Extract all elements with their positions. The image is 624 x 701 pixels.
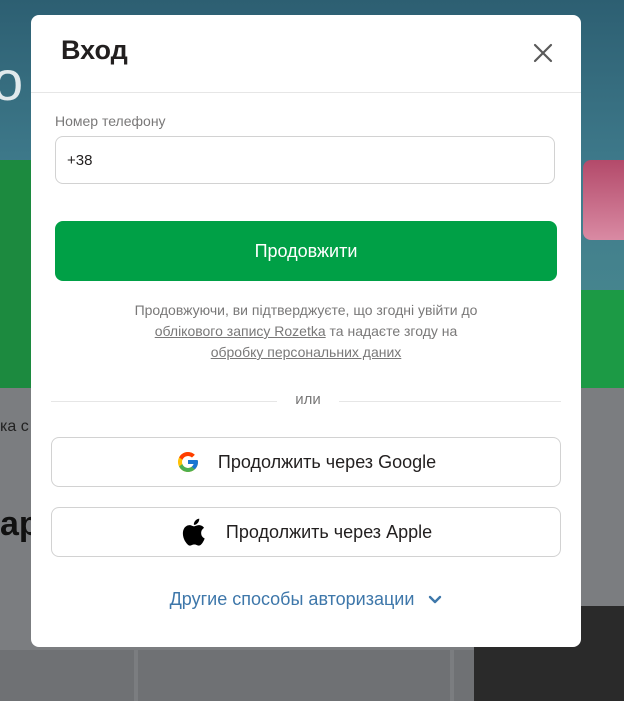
consent-middle: та надаєте згоду на xyxy=(325,323,458,339)
divider-line xyxy=(339,401,561,402)
apple-login-button[interactable]: Продолжить через Apple xyxy=(51,507,561,557)
login-modal: Вход Номер телефону Продовжити Продовжую… xyxy=(31,15,581,647)
close-icon xyxy=(533,43,553,63)
account-link[interactable]: облікового запису Rozetka xyxy=(155,323,326,339)
product-card xyxy=(0,650,134,701)
divider-line xyxy=(51,401,277,402)
consent-text: Продовжуючи, ви підтверджуєте, що згодні… xyxy=(55,300,557,363)
phone-input[interactable] xyxy=(55,136,555,184)
apple-login-label: Продолжить через Apple xyxy=(225,521,433,542)
product-card xyxy=(138,650,450,701)
google-login-button[interactable]: Продолжить через Google xyxy=(51,437,561,487)
other-auth-methods-toggle[interactable]: Другие способы авторизации xyxy=(31,589,581,610)
chevron-down-icon xyxy=(429,595,442,603)
phone-field-label: Номер телефону xyxy=(55,113,166,129)
divider-text: или xyxy=(295,391,321,408)
close-button[interactable] xyxy=(527,37,559,69)
continue-button[interactable]: Продовжити xyxy=(55,221,557,281)
apple-icon xyxy=(180,517,206,547)
banner-gift-box-right xyxy=(578,290,624,388)
consent-line: Продовжуючи, ви підтверджуєте, що згодні… xyxy=(134,302,478,318)
modal-title: Вход xyxy=(61,35,128,65)
personal-data-link[interactable]: обробку персональних даних xyxy=(211,344,402,360)
modal-header: Вход xyxy=(31,15,581,93)
or-divider: или xyxy=(51,391,561,411)
google-icon xyxy=(176,450,200,474)
banner-text: о xyxy=(0,49,24,112)
promo-text: ка с xyxy=(0,418,29,435)
other-auth-methods-label: Другие способы авторизации xyxy=(169,589,415,609)
google-login-label: Продолжить через Google xyxy=(217,451,437,472)
banner-perfume-image xyxy=(583,160,624,240)
